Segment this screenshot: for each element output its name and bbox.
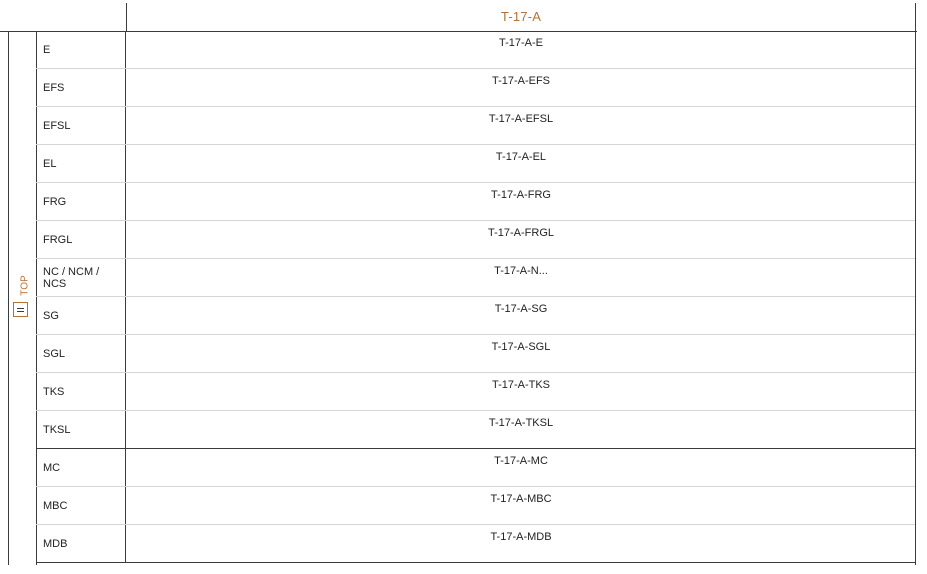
row-code: MC	[36, 449, 126, 486]
row-value: T-17-A-SGL	[491, 341, 551, 353]
row-value: T-17-A-SG	[494, 303, 548, 315]
table-header: T-17-A	[0, 3, 917, 32]
row-value: T-17-A-MC	[494, 455, 548, 467]
header-right-border	[915, 3, 916, 31]
row-value: T-17-A-TKSL	[488, 417, 554, 429]
row-code: MBC	[36, 487, 126, 524]
row-code: SG	[36, 297, 126, 334]
table-row: SGL T-17-A-SGL	[36, 335, 916, 373]
row-code: EFS	[36, 69, 126, 106]
row-value: T-17-A-EL	[495, 151, 547, 163]
equals-box-icon	[13, 302, 28, 317]
row-value: T-17-A-FRGL	[487, 227, 554, 239]
table-row: EL T-17-A-EL	[36, 145, 916, 183]
table-body: E T-17-A-E EFS T-17-A-EFS EFSL T-17-A-EF…	[36, 31, 916, 563]
row-value: T-17-A-EFS	[491, 75, 551, 87]
row-code: FRGL	[36, 221, 126, 258]
row-code: NC / NCM / NCS	[36, 259, 126, 296]
table-right-border	[915, 31, 916, 565]
table-row: NC / NCM / NCS T-17-A-N...	[36, 259, 916, 297]
row-code: EL	[36, 145, 126, 182]
side-label: TOP	[18, 273, 32, 301]
row-code: TKS	[36, 373, 126, 410]
table-row: MDB T-17-A-MDB	[36, 525, 916, 563]
table-row: MBC T-17-A-MBC	[36, 487, 916, 525]
row-code: FRG	[36, 183, 126, 220]
column-title: T-17-A	[500, 9, 542, 24]
table-row: MC T-17-A-MC	[36, 449, 916, 487]
row-value: T-17-A-EFSL	[488, 113, 554, 125]
row-code: E	[36, 31, 126, 68]
row-value: T-17-A-TKS	[491, 379, 551, 391]
row-code: MDB	[36, 525, 126, 562]
document-table: T-17-A TOP E T-17-A-E EFS T-17-A-EFS EFS…	[0, 0, 927, 574]
table-row: TKSL T-17-A-TKSL	[36, 411, 916, 449]
row-value: T-17-A-FRG	[491, 189, 551, 201]
side-label-text: TOP	[19, 275, 31, 296]
row-value: T-17-A-MDB	[490, 531, 552, 543]
table-row: SG T-17-A-SG	[36, 297, 916, 335]
table-row: EFS T-17-A-EFS	[36, 69, 916, 107]
table-row: EFSL T-17-A-EFSL	[36, 107, 916, 145]
row-code: SGL	[36, 335, 126, 372]
row-value: T-17-A-N...	[494, 265, 548, 277]
row-value: T-17-A-MBC	[490, 493, 552, 505]
table-row: FRG T-17-A-FRG	[36, 183, 916, 221]
table-row: E T-17-A-E	[36, 31, 916, 69]
table-row: TKS T-17-A-TKS	[36, 373, 916, 411]
row-value: T-17-A-E	[498, 37, 543, 49]
row-code: EFSL	[36, 107, 126, 144]
row-code: TKSL	[36, 411, 126, 448]
table-row: FRGL T-17-A-FRGL	[36, 221, 916, 259]
side-group: TOP	[8, 32, 37, 565]
